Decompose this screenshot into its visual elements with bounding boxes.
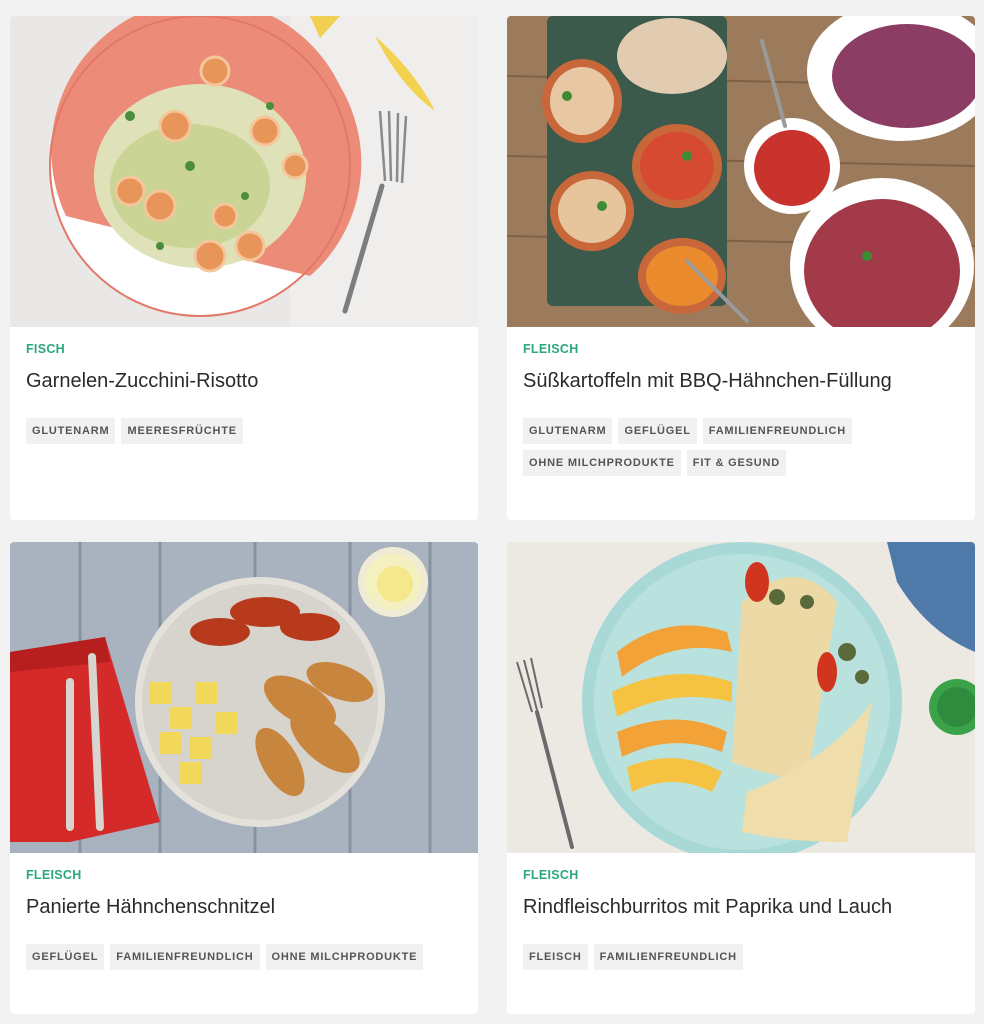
recipe-tags: GEFLÜGEL FAMILIENFREUNDLICH OHNE MILCHPR… [26,944,466,970]
recipe-tag[interactable]: FAMILIENFREUNDLICH [110,944,260,970]
recipe-tag[interactable]: OHNE MILCHPRODUKTE [265,944,424,970]
recipe-image[interactable] [10,542,478,853]
recipe-tags: FLEISCH FAMILIENFREUNDLICH [523,944,963,970]
recipe-tag[interactable]: FAMILIENFREUNDLICH [593,944,743,970]
recipe-category: FLEISCH [523,342,579,356]
recipe-tag[interactable]: OHNE MILCHPRODUKTE [523,450,681,476]
recipe-tag[interactable]: GEFLÜGEL [26,944,105,970]
recipe-tags: GLUTENARM MEERESFRÜCHTE [26,418,466,444]
recipe-title[interactable]: Panierte Hähnchenschnitzel [26,894,462,920]
recipe-tag[interactable]: GEFLÜGEL [618,418,697,444]
recipe-category: FLEISCH [26,868,82,882]
recipe-title[interactable]: Garnelen-Zucchini-Risotto [26,368,462,394]
recipe-title[interactable]: Rindfleischburritos mit Paprika und Lauc… [523,894,959,920]
recipe-image[interactable] [507,542,975,853]
recipe-category: FISCH [26,342,65,356]
recipe-card[interactable]: FLEISCH Rindfleischburritos mit Paprika … [507,542,975,1014]
recipe-tag[interactable]: GLUTENARM [26,418,116,444]
recipe-category: FLEISCH [523,868,579,882]
recipe-card[interactable]: FISCH Garnelen-Zucchini-Risotto GLUTENAR… [10,16,478,520]
recipe-image[interactable] [10,16,478,327]
recipe-tag[interactable]: FLEISCH [523,944,588,970]
recipe-tag[interactable]: FAMILIENFREUNDLICH [702,418,853,444]
recipe-title[interactable]: Süßkartoffeln mit BBQ-Hähnchen-Füllung [523,368,959,394]
recipe-card[interactable]: FLEISCH Panierte Hähnchenschnitzel GEFLÜ… [10,542,478,1014]
recipe-tag[interactable]: FIT & GESUND [686,450,787,476]
recipe-tag[interactable]: GLUTENARM [523,418,613,444]
recipe-card[interactable]: FLEISCH Süßkartoffeln mit BBQ-Hähnchen-F… [507,16,975,520]
recipe-tag[interactable]: MEERESFRÜCHTE [121,418,243,444]
recipe-image[interactable] [507,16,975,327]
recipe-tags: GLUTENARM GEFLÜGEL FAMILIENFREUNDLICH OH… [523,418,963,476]
